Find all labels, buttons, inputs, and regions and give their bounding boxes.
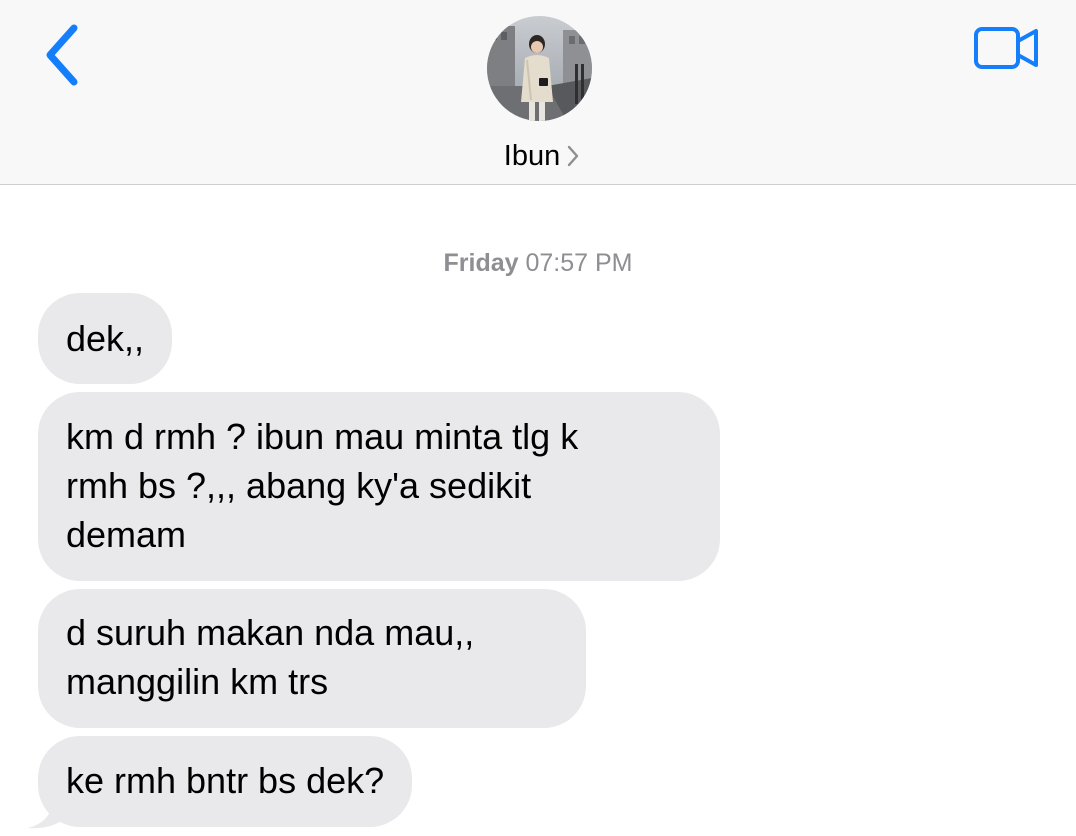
video-call-button[interactable] [973, 26, 1039, 70]
timestamp-day: Friday [443, 249, 519, 277]
message-timestamp: Friday 07:57 PM [0, 245, 1076, 281]
contact-name: Ibun [503, 140, 561, 172]
received-message-bubble[interactable]: ke rmh bntr bs dek? [38, 736, 413, 827]
contact-name-row: Ibun [0, 136, 1076, 176]
back-button[interactable] [34, 20, 90, 90]
conversation-header: Ibun [0, 0, 1076, 185]
received-message-bubble[interactable]: d suruh makan nda mau,, manggilin km trs [38, 589, 586, 728]
contact-name-button[interactable]: Ibun [504, 136, 582, 176]
video-camera-icon [974, 27, 1038, 69]
received-message-bubble[interactable]: km d rmh ? ibun mau minta tlg k rmh bs ?… [38, 392, 720, 581]
received-message-bubble[interactable]: dek,, [38, 293, 173, 384]
messages-screen: Ibun Friday 07:57 PM dek,, km d rmh ? ib… [0, 0, 1076, 836]
contact-avatar[interactable] [487, 16, 592, 121]
timestamp-time: 07:57 PM [525, 249, 633, 277]
chevron-left-icon [46, 24, 78, 86]
avatar-photo [487, 16, 592, 121]
chevron-right-icon [568, 145, 579, 167]
